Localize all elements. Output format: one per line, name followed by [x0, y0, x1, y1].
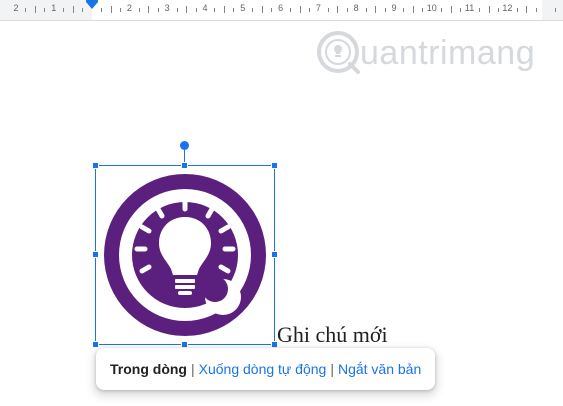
ruler-tick	[186, 6, 188, 13]
ruler-right-margin	[542, 0, 563, 20]
ruler-tick	[365, 8, 367, 12]
ruler-number: 11	[464, 3, 475, 13]
ruler-tick	[223, 6, 225, 13]
ruler-number: 12	[502, 3, 513, 13]
ruler-number: 10	[426, 3, 437, 13]
resize-handle-top-right[interactable]	[271, 162, 278, 169]
ruler-tick	[119, 8, 121, 12]
ruler-tick	[214, 8, 216, 12]
left-indent-marker[interactable]	[86, 2, 98, 9]
ruler-number: 1	[51, 3, 57, 13]
ruler-tick	[176, 8, 178, 12]
ruler-tick	[63, 8, 65, 12]
ruler-tick	[110, 6, 112, 13]
inline-option[interactable]: Trong dòng	[110, 361, 187, 377]
ruler-tick	[516, 8, 518, 12]
ruler-tick	[157, 8, 159, 12]
ruler-tick	[290, 8, 292, 12]
ruler-number: 5	[240, 3, 246, 13]
ruler-tick	[375, 6, 377, 13]
ruler-tick	[138, 8, 140, 12]
ruler-number: 4	[202, 3, 208, 13]
ruler-number: 2	[126, 3, 132, 13]
ruler-number: 6	[278, 3, 284, 13]
watermark-text: uantrimang	[360, 34, 536, 72]
ruler-tick	[526, 6, 528, 13]
break-text-option[interactable]: Ngắt văn bản	[338, 361, 421, 377]
ruler-number: 3	[164, 3, 170, 13]
ruler-number: 9	[391, 3, 397, 13]
ruler-tick	[299, 6, 301, 13]
resize-handle-top-left[interactable]	[92, 162, 99, 169]
resize-handle-right[interactable]	[271, 251, 278, 258]
document-text[interactable]: Ghi chú mới	[277, 322, 388, 348]
ruler-tick	[384, 8, 386, 12]
separator: |	[190, 361, 195, 377]
horizontal-ruler[interactable]: 2 1 2 3 4 5 6 7 8 9 10 11 12	[0, 0, 563, 21]
ruler-tick	[233, 8, 235, 12]
ruler-tick	[488, 6, 490, 13]
ruler-tick	[497, 8, 499, 12]
ruler-tick	[101, 8, 103, 12]
ruler-tick	[450, 6, 452, 13]
image-wrap-toolbar: Trong dòng | Xuống dòng tự động | Ngắt v…	[96, 348, 436, 390]
ruler-tick	[252, 8, 254, 12]
image-selection-box	[95, 165, 275, 345]
resize-handle-left[interactable]	[92, 251, 99, 258]
ruler-tick	[195, 8, 197, 12]
ruler-tick	[308, 8, 310, 12]
ruler-tick	[72, 6, 74, 13]
ruler-tick	[346, 8, 348, 12]
wrap-text-option[interactable]: Xuống dòng tự động	[199, 361, 327, 377]
ruler-tick	[337, 6, 339, 13]
ruler-tick	[441, 8, 443, 12]
ruler-tick	[82, 8, 84, 12]
ruler-tick	[34, 6, 36, 13]
lightbulb-circle-logo-icon	[317, 31, 360, 74]
ruler-tick	[460, 8, 462, 12]
ruler-number: 2	[13, 3, 19, 13]
watermark: uantrimang	[316, 28, 536, 76]
separator: |	[330, 361, 334, 377]
ruler-tick	[412, 6, 414, 13]
ruler-tick	[403, 8, 405, 12]
ruler-tick	[422, 8, 424, 12]
resize-handle-bottom[interactable]	[181, 341, 188, 348]
ruler-tick	[535, 8, 537, 12]
ruler-tick	[44, 8, 46, 12]
ruler-tick	[148, 6, 150, 13]
resize-handle-bottom-left[interactable]	[92, 341, 99, 348]
resize-handle-top[interactable]	[181, 162, 188, 169]
ruler-number: 8	[353, 3, 359, 13]
rotate-handle[interactable]	[180, 141, 189, 150]
ruler-tick	[261, 6, 263, 13]
ruler-tick	[327, 8, 329, 12]
ruler-tick	[25, 8, 27, 12]
ruler-tick	[271, 8, 273, 12]
ruler-tick	[479, 8, 481, 12]
ruler-number: 7	[315, 3, 321, 13]
ruler-tick	[554, 8, 556, 12]
